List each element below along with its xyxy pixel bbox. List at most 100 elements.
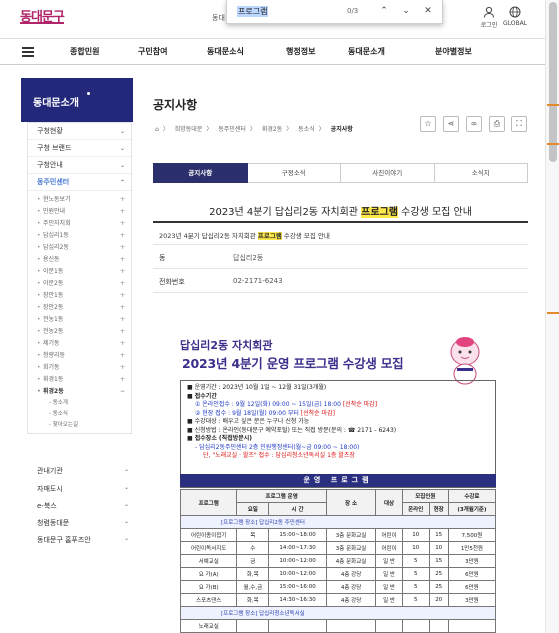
submenu-item[interactable]: 청량리동+ [37,350,131,362]
poster-line: ② 현장 접수 : 9월 18일(월) 09:00 부터 [선착순 마감] [195,409,335,417]
board-tabs: 공지사항 구정소식 사진이야기 소식지 [153,163,528,183]
submenu-item[interactable]: 답십리1동+ [37,230,131,242]
post-subject: 2023년 4분기 답십리2동 자치회관 프로그램 수강생 모집 안내 [159,232,330,240]
sidebar-menu: 구청현황 ⌄ 구청 브랜드 ⌄ 구청안내 ⌄ 동주민센터 ⌃ 현노동보기+ 민원안내+ … [27,122,132,434]
chevron-down-icon: ⌄ [119,162,125,169]
global-label: GLOBAL [502,20,528,27]
sidebar-item-integrity[interactable]: 청렴동대문 ⌄ [37,518,129,528]
chevron-down-icon: ⌄ [123,535,129,542]
nav-item-admin[interactable]: 행정정보 [286,46,315,57]
find-match-marker [547,104,559,106]
sidebar-item-label: 구청 브랜드 [37,144,72,152]
submenu-item[interactable]: 용신동+ [37,254,131,266]
dept-label: 동 [159,254,166,262]
nav-item-participation[interactable]: 구민참여 [138,46,167,57]
tab-photo-story[interactable]: 사진이야기 [341,163,435,183]
sidebar-item-brand[interactable]: 구청 브랜드 ⌄ [28,140,131,157]
plus-icon: + [119,340,125,347]
table-row: 요 가(A) 화,목 10:00~12:00 4층 강당 일 반 5 25 6만원 [179,567,497,581]
tel-label: 전화번호 [159,278,185,286]
nav-item-news[interactable]: 동대문소식 [207,46,244,57]
home-icon[interactable]: ⌂ [155,126,159,133]
sidebar-heading-label: 동대문소개 [33,98,79,109]
sidebar-item-foods[interactable]: 동대문구 홈푸즈안 ⌄ [37,535,129,545]
submenu-item[interactable]: 현노동보기+ [37,194,131,206]
table-row: 어린이독서지도 수 14:00~17:30 3층 문화교실 어린이 10 10 1만5천원 [179,541,497,555]
poster-line: ■ 운영기간 : 2023년 10월 1일 ~ 12월 31일(3개월) [187,384,327,391]
sidebar-item-ebooks[interactable]: e-북스 ⌄ [37,501,129,511]
breadcrumb-item[interactable]: 동주민센터 [218,126,246,133]
nav-item-civil[interactable]: 종합민원 [70,46,99,57]
submenu-item[interactable]: 이문2동+ [37,278,131,290]
table-row: 스포츠댄스 화,목 14:30~16:30 4층 강당 일 반 5 20 3만원 [179,593,497,607]
print-icon[interactable]: ⎙ [489,116,505,132]
submenu-item[interactable]: 장안1동+ [37,290,131,302]
mascot-illustration [450,337,480,385]
table-row: 노래교실 [179,619,497,633]
chevron-down-icon[interactable]: ⌄ [399,4,413,18]
plus-icon: + [119,328,125,335]
breadcrumb: ⌂ 〉 희망동대문 〉 동주민센터 〉 휘경2동 〉 동소식 〉 공지사항 [155,126,353,133]
sidebar: 동대문소개 [21,78,133,122]
chevron-up-icon[interactable]: ⌃ [377,4,391,18]
sidebar-item-institutions[interactable]: 관내기관 ⌄ [37,466,129,476]
expand-icon[interactable]: ⛶ [511,116,527,132]
logo-underline [20,22,64,24]
submenu-item[interactable]: 전농1동+ [37,314,131,326]
plus-icon: + [119,256,125,263]
heading-dot [87,92,90,95]
submenu-item[interactable]: 장안2동+ [37,302,131,314]
breadcrumb-item[interactable]: 동소식 [298,126,315,133]
table-row: 어린이종이접기 목 15:00~18:00 3층 문화교실 어린이 10 15 7,500원 [179,528,497,542]
close-icon[interactable]: ✕ [421,4,435,18]
submenu-item-active[interactable]: 휘경2동− [37,386,131,398]
scrollbar[interactable] [545,0,559,633]
tab-newsletter[interactable]: 소식지 [434,163,528,183]
global-button[interactable]: GLOBAL [500,6,530,27]
nav-item-about[interactable]: 동대문소개 [348,46,385,57]
bookmark-star-icon[interactable]: ☆ [420,116,436,132]
submenu-item[interactable]: 답십리2동+ [37,242,131,254]
breadcrumb-current: 공지사항 [330,126,353,133]
nav-item-fields[interactable]: 분야별정보 [435,46,472,57]
tel-value: 02-2171-6243 [233,277,283,285]
header-truncated-text: 동대 [212,14,225,22]
submenu-item[interactable]: 주민자치회+ [37,218,131,230]
submenu-item[interactable]: 이문1동+ [37,266,131,278]
sidebar-item-sister-cities[interactable]: 자매도시 ⌄ [37,484,129,494]
submenu-item[interactable]: 회기동+ [37,362,131,374]
page-title: 공지사항 [153,98,198,112]
plus-icon: + [119,268,125,275]
sidebar-submenu: 현노동보기+ 민원안내+ 주민자치회+ 답십리1동+ 답십리2동+ 용신동+ 이… [28,191,131,433]
post-subject-row: 2023년 4분기 답십리2동 자치회관 프로그램 수강생 모집 안내 [153,223,528,245]
breadcrumb-item[interactable]: 희망동대문 [175,126,203,133]
poster-line: ① 온라인접수 : 9월 12일(화) 09:00 ~ 15일(금) 18:00… [195,401,378,408]
share-icon[interactable]: ⋖ [443,116,459,132]
subsub-item[interactable]: - 찾아오는길 [49,420,131,431]
post-tel-row: 전화번호 02-2171-6243 [153,269,528,293]
find-input[interactable]: 프로그램 [237,6,269,17]
scrollbar-thumb[interactable] [549,2,557,162]
plus-icon: + [119,364,125,371]
submenu-item[interactable]: 전농2동+ [37,326,131,338]
sidebar-item-label: 구청안내 [37,161,63,169]
subsub-item[interactable]: - 동소개 [49,398,131,409]
menu-icon[interactable] [22,47,34,59]
submenu-item[interactable]: 민원안내+ [37,206,131,218]
submenu-item[interactable]: 휘경1동+ [37,374,131,386]
submenu-item[interactable]: 제기동+ [37,338,131,350]
chevron-down-icon: ⌄ [119,145,125,152]
post-title: 2023년 4분기 답십리2동 자치회관 프로그램 수강생 모집 안내 [209,207,472,218]
link-icon[interactable]: ∞ [466,116,482,132]
subsub-item[interactable]: - 동소식 [49,409,131,420]
sidebar-item-status[interactable]: 구청현황 ⌄ [28,123,131,140]
user-icon [484,6,494,18]
find-match-count: 0/3 [347,7,359,15]
sidebar-item-guide[interactable]: 구청안내 ⌄ [28,157,131,174]
tab-district-news[interactable]: 구정소식 [247,163,341,183]
tab-notice[interactable]: 공지사항 [153,163,248,183]
poster-section-banner: 운영 프로그램 [180,474,496,487]
sidebar-item-community-center[interactable]: 동주민센터 ⌃ [28,174,131,191]
poster-line: ■ 접수장소 (직접방문시) [187,435,253,442]
breadcrumb-item[interactable]: 휘경2동 [262,126,282,133]
